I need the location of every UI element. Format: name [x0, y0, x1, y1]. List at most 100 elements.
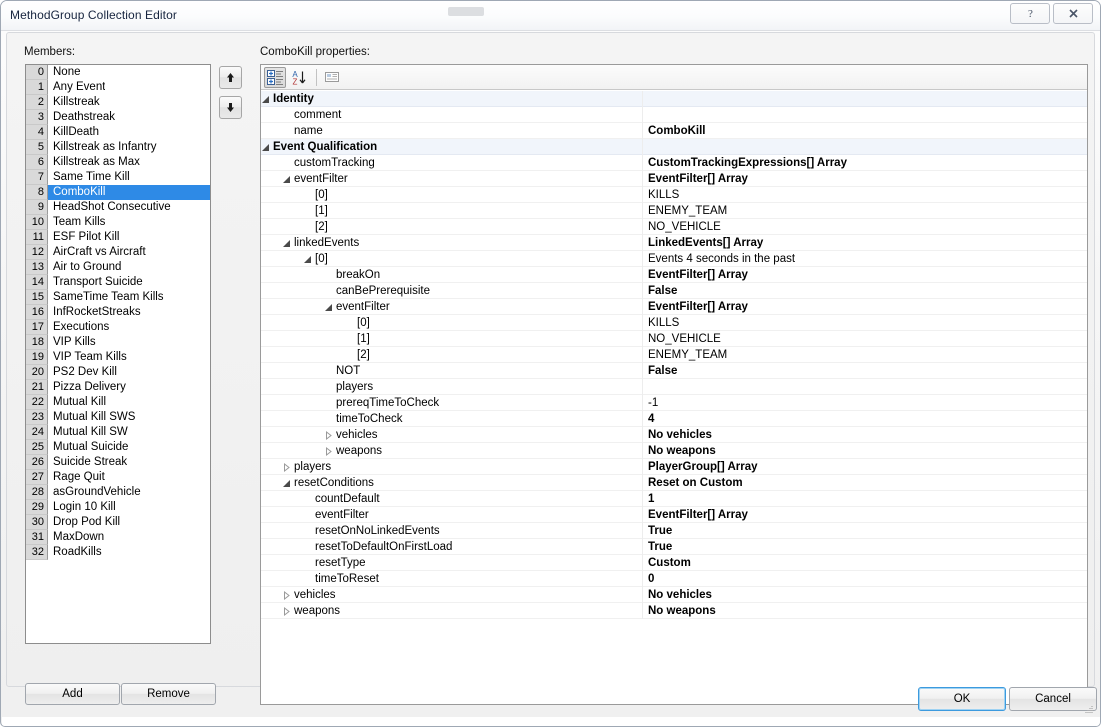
property-row[interactable]: [0] KILLS	[261, 315, 1087, 331]
property-value-cell[interactable]: No vehicles	[643, 427, 1087, 443]
property-value-cell[interactable]: 0	[643, 571, 1087, 587]
member-list-item[interactable]: 5 Killstreak as Infantry	[26, 140, 210, 155]
property-row[interactable]: eventFilter EventFilter[] Array	[261, 507, 1087, 523]
member-list-item[interactable]: 4 KillDeath	[26, 125, 210, 140]
property-row[interactable]: eventFilter EventFilter[] Array	[261, 299, 1087, 315]
member-list-item[interactable]: 17 Executions	[26, 320, 210, 335]
property-row[interactable]: vehicles No vehicles	[261, 587, 1087, 603]
property-value-cell[interactable]: EventFilter[] Array	[643, 267, 1087, 283]
member-list-item[interactable]: 21 Pizza Delivery	[26, 380, 210, 395]
property-row[interactable]: players PlayerGroup[] Array	[261, 459, 1087, 475]
property-value-cell[interactable]: No weapons	[643, 443, 1087, 459]
member-list-item[interactable]: 29 Login 10 Kill	[26, 500, 210, 515]
property-row[interactable]: breakOn EventFilter[] Array	[261, 267, 1087, 283]
property-value-cell[interactable]: EventFilter[] Array	[643, 171, 1087, 187]
property-expander[interactable]	[303, 255, 312, 264]
member-list-item[interactable]: 6 Killstreak as Max	[26, 155, 210, 170]
property-row[interactable]: [0] Events 4 seconds in the past	[261, 251, 1087, 267]
property-row[interactable]: prereqTimeToCheck -1	[261, 395, 1087, 411]
property-value-cell[interactable]: No vehicles	[643, 587, 1087, 603]
property-value-cell[interactable]	[643, 139, 1087, 155]
member-list-item[interactable]: 11 ESF Pilot Kill	[26, 230, 210, 245]
property-expander[interactable]	[261, 143, 270, 152]
property-row[interactable]: NOT False	[261, 363, 1087, 379]
member-list-item[interactable]: 30 Drop Pod Kill	[26, 515, 210, 530]
property-expander[interactable]	[282, 591, 291, 600]
member-list-item[interactable]: 32 RoadKills	[26, 545, 210, 560]
member-list-item[interactable]: 1 Any Event	[26, 80, 210, 95]
member-list-item[interactable]: 24 Mutual Kill SW	[26, 425, 210, 440]
help-button[interactable]: ?	[1010, 3, 1050, 24]
member-list-item[interactable]: 18 VIP Kills	[26, 335, 210, 350]
property-value-cell[interactable]	[643, 379, 1087, 395]
property-value-cell[interactable]: NO_VEHICLE	[643, 219, 1087, 235]
property-row[interactable]: resetOnNoLinkedEvents True	[261, 523, 1087, 539]
move-member-down-button[interactable]	[219, 96, 242, 119]
property-expander[interactable]	[324, 447, 333, 456]
property-row[interactable]: eventFilter EventFilter[] Array	[261, 171, 1087, 187]
members-listbox[interactable]: 0 None 1 Any Event 2 Killstreak 3 Deathstreak 4 K…	[25, 64, 211, 644]
member-list-item[interactable]: 19 VIP Team Kills	[26, 350, 210, 365]
property-row[interactable]: countDefault 1	[261, 491, 1087, 507]
property-value-cell[interactable]: ENEMY_TEAM	[643, 347, 1087, 363]
property-value-cell[interactable]: True	[643, 539, 1087, 555]
alphabetical-sort-button[interactable]: A Z	[288, 67, 310, 88]
member-list-item[interactable]: 20 PS2 Dev Kill	[26, 365, 210, 380]
property-value-cell[interactable]	[643, 107, 1087, 123]
property-row[interactable]: canBePrerequisite False	[261, 283, 1087, 299]
property-row[interactable]: customTracking CustomTrackingExpressions[…	[261, 155, 1087, 171]
property-row[interactable]: timeToReset 0	[261, 571, 1087, 587]
property-category-row[interactable]: Identity	[261, 91, 1087, 107]
property-expander[interactable]	[282, 479, 291, 488]
property-value-cell[interactable]: False	[643, 363, 1087, 379]
member-list-item[interactable]: 7 Same Time Kill	[26, 170, 210, 185]
member-list-item[interactable]: 9 HeadShot Consecutive	[26, 200, 210, 215]
property-value-cell[interactable]: EventFilter[] Array	[643, 507, 1087, 523]
property-row[interactable]: players	[261, 379, 1087, 395]
property-expander[interactable]	[324, 303, 333, 312]
property-pages-button[interactable]	[321, 67, 343, 88]
property-row[interactable]: vehicles No vehicles	[261, 427, 1087, 443]
property-row[interactable]: [1] NO_VEHICLE	[261, 331, 1087, 347]
property-value-cell[interactable]: -1	[643, 395, 1087, 411]
property-expander[interactable]	[261, 95, 270, 104]
member-list-item[interactable]: 8 ComboKill	[26, 185, 210, 200]
property-row[interactable]: [2] NO_VEHICLE	[261, 219, 1087, 235]
property-value-cell[interactable]: False	[643, 283, 1087, 299]
member-list-item[interactable]: 26 Suicide Streak	[26, 455, 210, 470]
member-list-item[interactable]: 23 Mutual Kill SWS	[26, 410, 210, 425]
property-row[interactable]: weapons No weapons	[261, 603, 1087, 619]
property-expander[interactable]	[282, 239, 291, 248]
categorized-view-button[interactable]	[264, 66, 286, 88]
property-value-cell[interactable]: PlayerGroup[] Array	[643, 459, 1087, 475]
property-row[interactable]: resetType Custom	[261, 555, 1087, 571]
property-row[interactable]: timeToCheck 4	[261, 411, 1087, 427]
property-value-cell[interactable]: KILLS	[643, 315, 1087, 331]
resize-grip[interactable]	[1083, 704, 1095, 716]
property-value-cell[interactable]: CustomTrackingExpressions[] Array	[643, 155, 1087, 171]
property-row[interactable]: comment	[261, 107, 1087, 123]
member-list-item[interactable]: 12 AirCraft vs Aircraft	[26, 245, 210, 260]
property-grid[interactable]: Identity comment name ComboKill Event Qualif…	[261, 91, 1087, 704]
property-value-cell[interactable]: Custom	[643, 555, 1087, 571]
property-value-cell[interactable]: ComboKill	[643, 123, 1087, 139]
close-button[interactable]	[1053, 3, 1093, 24]
property-value-cell[interactable]: Events 4 seconds in the past	[643, 251, 1087, 267]
member-list-item[interactable]: 16 InfRocketStreaks	[26, 305, 210, 320]
member-list-item[interactable]: 28 asGroundVehicle	[26, 485, 210, 500]
property-row[interactable]: [1] ENEMY_TEAM	[261, 203, 1087, 219]
property-value-cell[interactable]: True	[643, 523, 1087, 539]
property-value-cell[interactable]: NO_VEHICLE	[643, 331, 1087, 347]
property-value-cell[interactable]	[643, 91, 1087, 107]
member-list-item[interactable]: 15 SameTime Team Kills	[26, 290, 210, 305]
property-row[interactable]: resetConditions Reset on Custom	[261, 475, 1087, 491]
member-list-item[interactable]: 3 Deathstreak	[26, 110, 210, 125]
member-list-item[interactable]: 13 Air to Ground	[26, 260, 210, 275]
member-list-item[interactable]: 27 Rage Quit	[26, 470, 210, 485]
member-list-item[interactable]: 25 Mutual Suicide	[26, 440, 210, 455]
property-row[interactable]: linkedEvents LinkedEvents[] Array	[261, 235, 1087, 251]
property-value-cell[interactable]: KILLS	[643, 187, 1087, 203]
property-expander[interactable]	[324, 431, 333, 440]
property-value-cell[interactable]: LinkedEvents[] Array	[643, 235, 1087, 251]
member-list-item[interactable]: 14 Transport Suicide	[26, 275, 210, 290]
